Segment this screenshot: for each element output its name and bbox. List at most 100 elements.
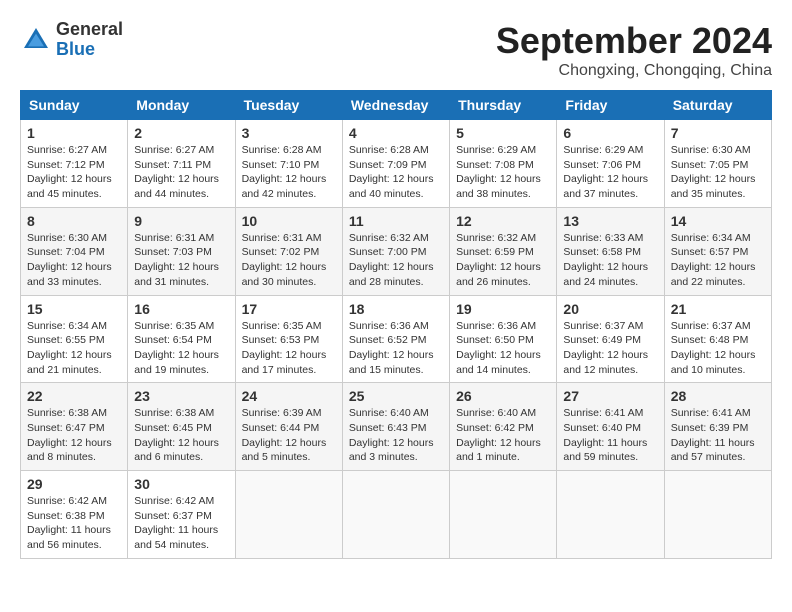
day-number: 28 (671, 388, 765, 404)
calendar-cell: 16 Sunrise: 6:35 AMSunset: 6:54 PMDayligh… (128, 295, 235, 383)
day-info: Sunrise: 6:36 AMSunset: 6:50 PMDaylight:… (456, 319, 550, 378)
day-number: 22 (27, 388, 121, 404)
calendar-cell: 2 Sunrise: 6:27 AMSunset: 7:11 PMDaylight… (128, 120, 235, 208)
header-row: SundayMondayTuesdayWednesdayThursdayFrid… (21, 91, 772, 120)
calendar-cell: 25Sunrise: 6:40 AMSunset: 6:43 PMDayligh… (342, 383, 449, 471)
day-info: Sunrise: 6:34 AMSunset: 6:55 PMDaylight:… (27, 319, 121, 378)
day-number: 2 (134, 125, 228, 141)
calendar-cell: 4 Sunrise: 6:28 AMSunset: 7:09 PMDaylight… (342, 120, 449, 208)
calendar-title: September 2024 (496, 20, 772, 62)
day-number: 13 (563, 213, 657, 229)
day-info: Sunrise: 6:27 AMSunset: 7:12 PMDaylight:… (27, 143, 121, 202)
day-info: Sunrise: 6:41 AMSunset: 6:40 PMDaylight:… (563, 406, 657, 465)
day-info: Sunrise: 6:37 AMSunset: 6:49 PMDaylight:… (563, 319, 657, 378)
day-info: Sunrise: 6:38 AMSunset: 6:47 PMDaylight:… (27, 406, 121, 465)
calendar-cell: 12 Sunrise: 6:32 AMSunset: 6:59 PMDayligh… (450, 207, 557, 295)
calendar-cell (450, 471, 557, 559)
calendar-cell: 20 Sunrise: 6:37 AMSunset: 6:49 PMDayligh… (557, 295, 664, 383)
day-info: Sunrise: 6:27 AMSunset: 7:11 PMDaylight:… (134, 143, 228, 202)
day-number: 4 (349, 125, 443, 141)
day-info: Sunrise: 6:40 AMSunset: 6:42 PMDaylight:… (456, 406, 550, 465)
day-info: Sunrise: 6:40 AMSunset: 6:43 PMDaylight:… (349, 406, 443, 465)
day-info: Sunrise: 6:30 AMSunset: 7:04 PMDaylight:… (27, 231, 121, 290)
logo-blue-text: Blue (56, 40, 123, 60)
header: General Blue September 2024 Chongxing, C… (20, 20, 772, 80)
calendar-cell: 19Sunrise: 6:36 AMSunset: 6:50 PMDayligh… (450, 295, 557, 383)
day-number: 29 (27, 476, 121, 492)
day-number: 10 (242, 213, 336, 229)
logo: General Blue (20, 20, 123, 60)
calendar-row: 22 Sunrise: 6:38 AMSunset: 6:47 PMDayligh… (21, 383, 772, 471)
calendar-cell: 26Sunrise: 6:40 AMSunset: 6:42 PMDayligh… (450, 383, 557, 471)
calendar-cell (557, 471, 664, 559)
day-info: Sunrise: 6:28 AMSunset: 7:09 PMDaylight:… (349, 143, 443, 202)
day-number: 8 (27, 213, 121, 229)
day-info: Sunrise: 6:33 AMSunset: 6:58 PMDaylight:… (563, 231, 657, 290)
day-info: Sunrise: 6:29 AMSunset: 7:08 PMDaylight:… (456, 143, 550, 202)
calendar-cell: 15 Sunrise: 6:34 AMSunset: 6:55 PMDayligh… (21, 295, 128, 383)
calendar-cell: 5Sunrise: 6:29 AMSunset: 7:08 PMDaylight… (450, 120, 557, 208)
header-cell-wednesday: Wednesday (342, 91, 449, 120)
header-cell-sunday: Sunday (21, 91, 128, 120)
day-info: Sunrise: 6:32 AMSunset: 7:00 PMDaylight:… (349, 231, 443, 290)
calendar-cell: 21 Sunrise: 6:37 AMSunset: 6:48 PMDayligh… (664, 295, 771, 383)
calendar-row: 8 Sunrise: 6:30 AMSunset: 7:04 PMDaylight… (21, 207, 772, 295)
day-info: Sunrise: 6:28 AMSunset: 7:10 PMDaylight:… (242, 143, 336, 202)
calendar-table: SundayMondayTuesdayWednesdayThursdayFrid… (20, 90, 772, 559)
calendar-cell: 28 Sunrise: 6:41 AMSunset: 6:39 PMDayligh… (664, 383, 771, 471)
day-number: 18 (349, 301, 443, 317)
day-number: 15 (27, 301, 121, 317)
calendar-cell: 29 Sunrise: 6:42 AMSunset: 6:38 PMDayligh… (21, 471, 128, 559)
day-info: Sunrise: 6:31 AMSunset: 7:03 PMDaylight:… (134, 231, 228, 290)
day-number: 24 (242, 388, 336, 404)
calendar-cell: 13 Sunrise: 6:33 AMSunset: 6:58 PMDayligh… (557, 207, 664, 295)
day-number: 23 (134, 388, 228, 404)
calendar-body: 1 Sunrise: 6:27 AMSunset: 7:12 PMDaylight… (21, 120, 772, 559)
header-cell-friday: Friday (557, 91, 664, 120)
header-cell-thursday: Thursday (450, 91, 557, 120)
calendar-cell: 22 Sunrise: 6:38 AMSunset: 6:47 PMDayligh… (21, 383, 128, 471)
day-number: 9 (134, 213, 228, 229)
calendar-cell: 7 Sunrise: 6:30 AMSunset: 7:05 PMDaylight… (664, 120, 771, 208)
header-cell-saturday: Saturday (664, 91, 771, 120)
calendar-cell: 17Sunrise: 6:35 AMSunset: 6:53 PMDayligh… (235, 295, 342, 383)
calendar-cell: 27Sunrise: 6:41 AMSunset: 6:40 PMDayligh… (557, 383, 664, 471)
day-info: Sunrise: 6:35 AMSunset: 6:54 PMDaylight:… (134, 319, 228, 378)
day-number: 3 (242, 125, 336, 141)
day-number: 16 (134, 301, 228, 317)
title-section: September 2024 Chongxing, Chongqing, Chi… (496, 20, 772, 80)
logo-general-text: General (56, 20, 123, 40)
calendar-cell: 1 Sunrise: 6:27 AMSunset: 7:12 PMDaylight… (21, 120, 128, 208)
day-info: Sunrise: 6:41 AMSunset: 6:39 PMDaylight:… (671, 406, 765, 465)
day-info: Sunrise: 6:39 AMSunset: 6:44 PMDaylight:… (242, 406, 336, 465)
day-number: 6 (563, 125, 657, 141)
day-info: Sunrise: 6:35 AMSunset: 6:53 PMDaylight:… (242, 319, 336, 378)
calendar-cell (235, 471, 342, 559)
calendar-cell: 3 Sunrise: 6:28 AMSunset: 7:10 PMDaylight… (235, 120, 342, 208)
calendar-cell (664, 471, 771, 559)
calendar-cell: 11 Sunrise: 6:32 AMSunset: 7:00 PMDayligh… (342, 207, 449, 295)
calendar-row: 1 Sunrise: 6:27 AMSunset: 7:12 PMDaylight… (21, 120, 772, 208)
day-number: 20 (563, 301, 657, 317)
header-cell-monday: Monday (128, 91, 235, 120)
day-number: 21 (671, 301, 765, 317)
calendar-row: 15 Sunrise: 6:34 AMSunset: 6:55 PMDayligh… (21, 295, 772, 383)
day-info: Sunrise: 6:30 AMSunset: 7:05 PMDaylight:… (671, 143, 765, 202)
day-info: Sunrise: 6:29 AMSunset: 7:06 PMDaylight:… (563, 143, 657, 202)
day-number: 14 (671, 213, 765, 229)
logo-text: General Blue (56, 20, 123, 60)
calendar-cell: 6 Sunrise: 6:29 AMSunset: 7:06 PMDaylight… (557, 120, 664, 208)
day-info: Sunrise: 6:42 AMSunset: 6:38 PMDaylight:… (27, 494, 121, 553)
day-number: 7 (671, 125, 765, 141)
day-number: 11 (349, 213, 443, 229)
header-cell-tuesday: Tuesday (235, 91, 342, 120)
day-number: 1 (27, 125, 121, 141)
logo-icon (20, 24, 52, 56)
calendar-cell: 30Sunrise: 6:42 AMSunset: 6:37 PMDayligh… (128, 471, 235, 559)
day-info: Sunrise: 6:32 AMSunset: 6:59 PMDaylight:… (456, 231, 550, 290)
day-number: 12 (456, 213, 550, 229)
calendar-cell: 23Sunrise: 6:38 AMSunset: 6:45 PMDayligh… (128, 383, 235, 471)
calendar-cell: 24 Sunrise: 6:39 AMSunset: 6:44 PMDayligh… (235, 383, 342, 471)
calendar-header: SundayMondayTuesdayWednesdayThursdayFrid… (21, 91, 772, 120)
day-info: Sunrise: 6:37 AMSunset: 6:48 PMDaylight:… (671, 319, 765, 378)
